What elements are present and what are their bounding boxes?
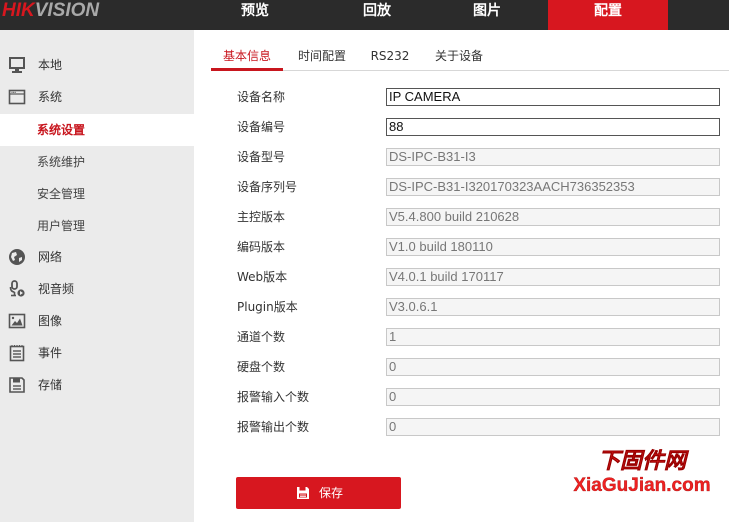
form-row-channel-count: 通道个数 1 xyxy=(237,326,720,356)
hdd-count-field: 0 xyxy=(386,358,720,376)
globe-icon xyxy=(9,249,25,265)
sidebar: 本地 系统 系统设置 系统维护 安全管理 用户管理 网络 视音频 图像 事件 存… xyxy=(0,30,194,522)
floppy-disk-icon xyxy=(9,377,25,393)
calendar-list-icon xyxy=(9,345,25,362)
form-row-device-number: 设备编号 88 xyxy=(237,116,720,146)
tab-basic-info[interactable]: 基本信息 xyxy=(211,44,283,71)
form-row-hdd-count: 硬盘个数 0 xyxy=(237,356,720,386)
config-tabs: 基本信息 时间配置 RS232 关于设备 xyxy=(211,44,729,71)
nav-configuration[interactable]: 配置 xyxy=(548,0,668,30)
field-label: 报警输入个数 xyxy=(237,390,310,404)
encoding-version-field: V1.0 build 180110 xyxy=(386,238,720,256)
sidebar-item-label: 用户管理 xyxy=(37,219,86,233)
form-row-device-model: 设备型号 DS-IPC-B31-I3 xyxy=(237,146,720,176)
alarm-output-count-field: 0 xyxy=(386,418,720,436)
watermark-cn-text: 下固件网 xyxy=(597,448,687,474)
floppy-disk-icon xyxy=(297,487,309,499)
sidebar-item-system-maintenance[interactable]: 系统维护 xyxy=(0,146,194,178)
sidebar-item-system-settings[interactable]: 系统设置 xyxy=(0,114,194,146)
serial-number-field: DS-IPC-B31-I320170323AACH736352353 xyxy=(386,178,720,196)
field-label: 设备编号 xyxy=(237,120,286,134)
sidebar-item-label: 图像 xyxy=(38,314,63,328)
device-number-input[interactable]: 88 xyxy=(386,118,720,136)
field-label: 设备型号 xyxy=(237,150,286,164)
sidebar-item-label: 视音频 xyxy=(38,282,75,296)
save-button-label: 保存 xyxy=(319,486,344,500)
microphone-video-icon xyxy=(9,280,25,297)
sidebar-item-image[interactable]: 图像 xyxy=(0,305,194,337)
alarm-input-count-field: 0 xyxy=(386,388,720,406)
nav-preview[interactable]: 预览 xyxy=(194,0,316,30)
field-label: 设备序列号 xyxy=(237,180,298,194)
field-label: Plugin版本 xyxy=(237,300,298,314)
form-row-device-name: 设备名称 IP CAMERA xyxy=(237,86,720,116)
top-navigation-bar: HIKVISION 预览 回放 图片 配置 xyxy=(0,0,729,30)
field-label: 编码版本 xyxy=(237,240,286,254)
channel-count-field: 1 xyxy=(386,328,720,346)
field-label: 设备名称 xyxy=(237,90,286,104)
sidebar-item-label: 系统设置 xyxy=(37,123,86,137)
save-button[interactable]: 保存 xyxy=(236,477,401,509)
sidebar-item-network[interactable]: 网络 xyxy=(0,241,194,273)
form-row-serial-number: 设备序列号 DS-IPC-B31-I320170323AACH736352353 xyxy=(237,176,720,206)
field-label: 通道个数 xyxy=(237,330,286,344)
sidebar-item-label: 系统 xyxy=(38,90,63,104)
sidebar-item-label: 存储 xyxy=(38,378,63,392)
field-label: 硬盘个数 xyxy=(237,360,286,374)
logo-hik-text: HIK xyxy=(2,0,35,21)
device-model-field: DS-IPC-B31-I3 xyxy=(386,148,720,166)
form-row-plugin-version: Plugin版本 V3.0.6.1 xyxy=(237,296,720,326)
window-icon xyxy=(8,89,26,105)
field-label: Web版本 xyxy=(237,270,288,284)
monitor-icon xyxy=(9,57,25,73)
form-row-alarm-output-count: 报警输出个数 0 xyxy=(237,416,720,446)
tab-rs232[interactable]: RS232 xyxy=(363,44,417,70)
field-label: 报警输出个数 xyxy=(237,420,310,434)
web-version-field: V4.0.1 build 170117 xyxy=(386,268,720,286)
sidebar-item-video-audio[interactable]: 视音频 xyxy=(0,273,194,305)
sidebar-item-label: 事件 xyxy=(38,346,63,360)
sidebar-item-label: 网络 xyxy=(38,250,63,264)
form-row-web-version: Web版本 V4.0.1 build 170117 xyxy=(237,266,720,296)
tab-about-device[interactable]: 关于设备 xyxy=(427,44,491,70)
sidebar-item-label: 安全管理 xyxy=(37,187,86,201)
form-row-encoding-version: 编码版本 V1.0 build 180110 xyxy=(237,236,720,266)
watermark-en-text: XiaGuJian.com xyxy=(573,475,711,496)
firmware-version-field: V5.4.800 build 210628 xyxy=(386,208,720,226)
sidebar-item-system[interactable]: 系统 xyxy=(0,81,194,113)
field-label: 主控版本 xyxy=(237,210,286,224)
tab-time-settings[interactable]: 时间配置 xyxy=(289,44,355,70)
hikvision-logo: HIKVISION xyxy=(2,0,99,30)
image-icon xyxy=(8,313,26,329)
device-name-input[interactable]: IP CAMERA xyxy=(386,88,720,106)
sidebar-item-label: 本地 xyxy=(38,58,63,72)
sidebar-item-event[interactable]: 事件 xyxy=(0,337,194,369)
sidebar-item-security-management[interactable]: 安全管理 xyxy=(0,178,194,210)
sidebar-item-storage[interactable]: 存储 xyxy=(0,369,194,401)
form-row-firmware-version: 主控版本 V5.4.800 build 210628 xyxy=(237,206,720,236)
sidebar-item-label: 系统维护 xyxy=(37,155,86,169)
plugin-version-field: V3.0.6.1 xyxy=(386,298,720,316)
form-row-alarm-input-count: 报警输入个数 0 xyxy=(237,386,720,416)
watermark: 下固件网 XiaGuJian.com xyxy=(562,446,722,496)
logo-vision-text: VISION xyxy=(34,0,100,21)
nav-picture[interactable]: 图片 xyxy=(426,0,548,30)
nav-playback[interactable]: 回放 xyxy=(316,0,438,30)
sidebar-item-user-management[interactable]: 用户管理 xyxy=(0,210,194,242)
sidebar-item-local[interactable]: 本地 xyxy=(0,49,194,81)
